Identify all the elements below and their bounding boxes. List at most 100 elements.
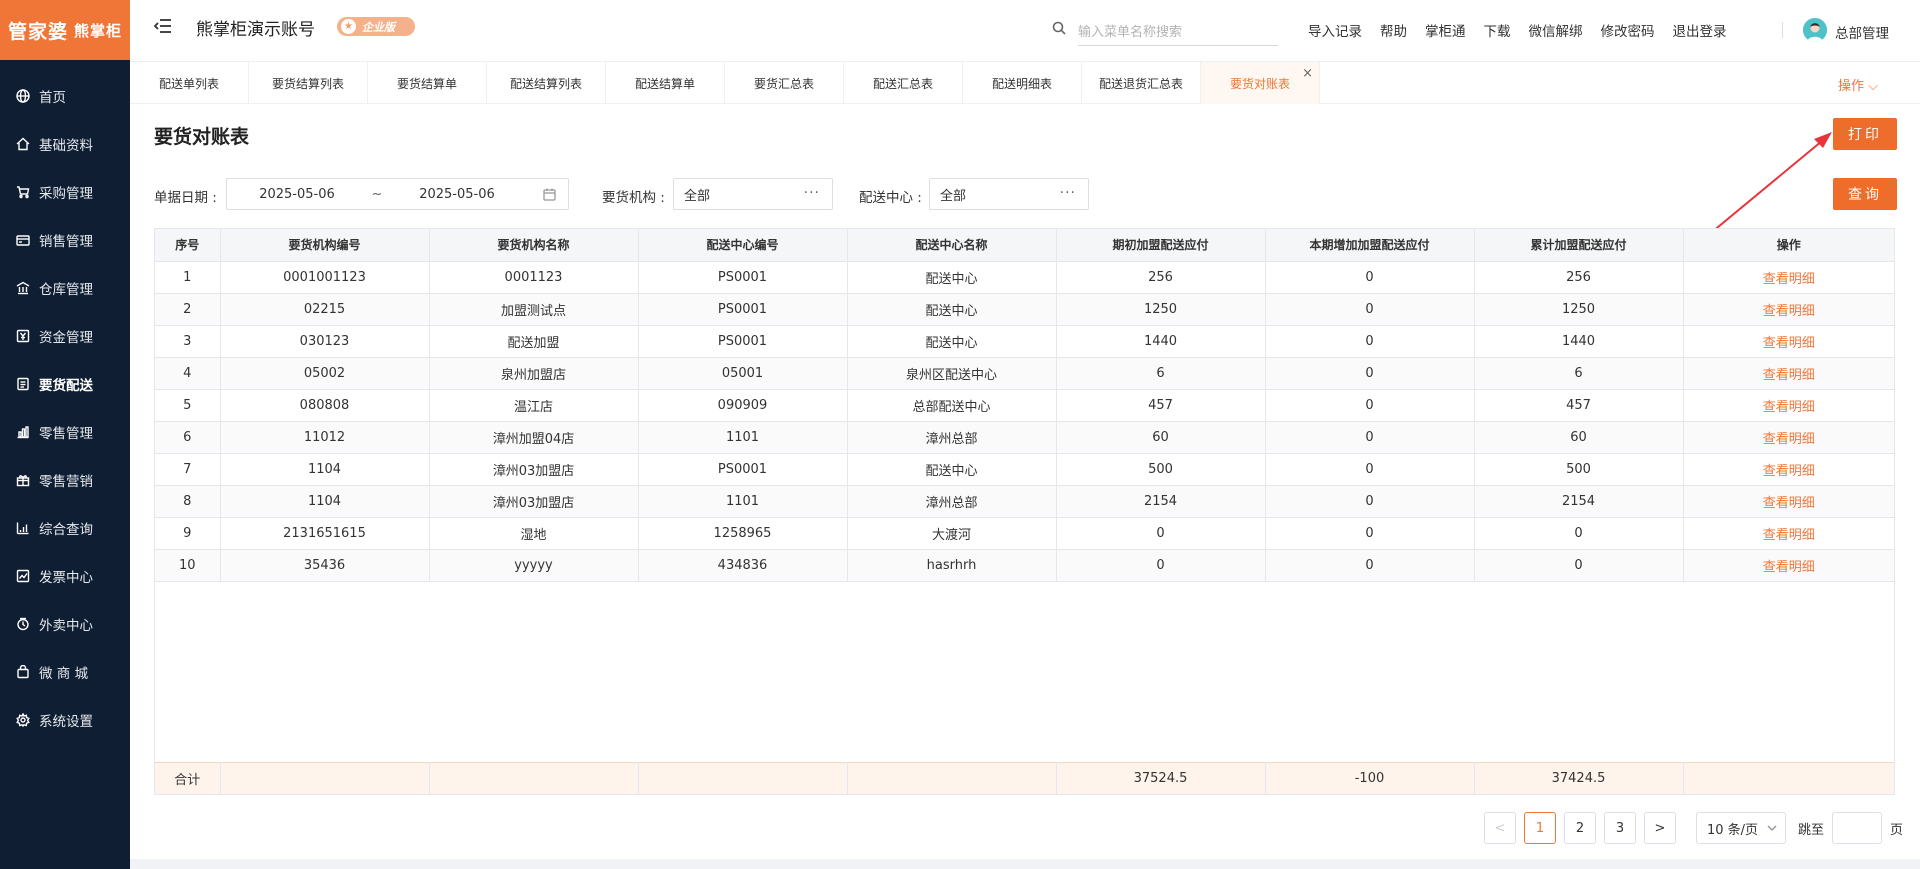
- avatar[interactable]: [1803, 18, 1827, 42]
- search-icon[interactable]: [1052, 21, 1066, 35]
- pagination: < 1 2 3 > 10 条/页 跳至 页: [1484, 812, 1903, 844]
- table-cell: 0: [1056, 549, 1266, 582]
- prev-page-button[interactable]: <: [1484, 812, 1516, 844]
- table-cell: PS0001: [638, 325, 848, 358]
- table-cell: 1: [155, 261, 221, 294]
- page-unit-label: 页: [1890, 822, 1904, 838]
- view-detail-link[interactable]: 查看明细: [1683, 293, 1894, 326]
- sidebar-item-purchase[interactable]: 采购管理: [0, 168, 130, 216]
- sidebar-item-label: 综合查询: [39, 522, 93, 538]
- view-detail-link[interactable]: 查看明细: [1683, 261, 1894, 294]
- date-start[interactable]: 2025-05-06: [227, 187, 367, 202]
- table-row: 10 35436 yyyyy 434836 hasrhrh 0 0 0 查看明细: [155, 549, 1894, 582]
- download-link[interactable]: 下载: [1484, 20, 1511, 40]
- page-size-select[interactable]: 10 条/页: [1696, 812, 1786, 844]
- sidebar-item-takeout[interactable]: 外卖中心: [0, 600, 130, 648]
- bar-chart-icon: [16, 425, 30, 439]
- import-records-link[interactable]: 导入记录: [1308, 20, 1362, 40]
- sidebar-item-delivery[interactable]: 要货配送: [0, 360, 130, 408]
- star-icon: ★: [341, 19, 356, 34]
- table-cell: 60: [1474, 421, 1684, 454]
- sidebar-item-warehouse[interactable]: 仓库管理: [0, 264, 130, 312]
- sidebar-item-mall[interactable]: 微 商 城: [0, 648, 130, 696]
- more-icon: ···: [803, 185, 820, 201]
- sidebar-item-query[interactable]: 综合查询: [0, 504, 130, 552]
- table-cell: 漳州03加盟店: [429, 453, 639, 486]
- org-select[interactable]: 全部 ···: [673, 178, 833, 210]
- table-cell: 457: [1056, 389, 1266, 422]
- sidebar-item-funds[interactable]: 资金管理: [0, 312, 130, 360]
- logo-main: 管家婆: [7, 20, 68, 43]
- table-cell: 总部配送中心: [847, 389, 1057, 422]
- tab-requisition-settlement-list[interactable]: 要货结算列表: [249, 62, 368, 104]
- tab-operations-dropdown[interactable]: 操作 ⌵: [1838, 75, 1878, 94]
- main-content: 要货对账表 打印 查询 单据日期 : 2025-05-06 ~ 2025-05-…: [130, 104, 1920, 859]
- date-end[interactable]: 2025-05-06: [387, 187, 527, 202]
- user-name[interactable]: 总部管理: [1835, 22, 1889, 42]
- print-button[interactable]: 打印: [1833, 118, 1897, 150]
- sidebar-item-invoice[interactable]: 发票中心: [0, 552, 130, 600]
- sidebar-item-home[interactable]: 首页: [0, 72, 130, 120]
- col-header[interactable]: 本期增加加盟配送应付: [1265, 229, 1475, 262]
- center-select[interactable]: 全部 ···: [929, 178, 1089, 210]
- table-cell: 0: [1056, 517, 1266, 550]
- tab-requisition-settlement[interactable]: 要货结算单: [368, 62, 487, 104]
- col-header[interactable]: 期初加盟配送应付: [1056, 229, 1266, 262]
- col-header[interactable]: 要货机构编号: [220, 229, 430, 262]
- change-password-link[interactable]: 修改密码: [1601, 20, 1655, 40]
- sidebar-item-sales[interactable]: 销售管理: [0, 216, 130, 264]
- table-row: 9 2131651615 湿地 1258965 大渡河 0 0 0 查看明细: [155, 517, 1894, 550]
- page-button-2[interactable]: 2: [1564, 812, 1596, 844]
- sidebar-item-basic-data[interactable]: 基础资料: [0, 120, 130, 168]
- view-detail-link[interactable]: 查看明细: [1683, 517, 1894, 550]
- view-detail-link[interactable]: 查看明细: [1683, 549, 1894, 582]
- menu-toggle-icon[interactable]: [153, 18, 172, 34]
- page-button-1[interactable]: 1: [1524, 812, 1556, 844]
- table-cell: 0: [1265, 421, 1475, 454]
- tab-delivery-list[interactable]: 配送单列表: [130, 62, 249, 104]
- tab-delivery-settlement-list[interactable]: 配送结算列表: [487, 62, 606, 104]
- tab-reconciliation[interactable]: 要货对账表 ×: [1201, 62, 1320, 104]
- sidebar-item-settings[interactable]: 系统设置: [0, 696, 130, 744]
- col-header[interactable]: 累计加盟配送应付: [1474, 229, 1684, 262]
- view-detail-link[interactable]: 查看明细: [1683, 325, 1894, 358]
- col-header[interactable]: 配送中心名称: [847, 229, 1057, 262]
- next-page-button[interactable]: >: [1644, 812, 1676, 844]
- zhanggui-tong-link[interactable]: 掌柜通: [1425, 20, 1466, 40]
- menu-search-input[interactable]: [1078, 20, 1278, 46]
- table-cell: 湿地: [429, 517, 639, 550]
- totals-cell: -100: [1265, 761, 1475, 794]
- table-cell: 配送中心: [847, 325, 1057, 358]
- query-button[interactable]: 查询: [1833, 178, 1897, 210]
- view-detail-link[interactable]: 查看明细: [1683, 389, 1894, 422]
- view-detail-link[interactable]: 查看明细: [1683, 357, 1894, 390]
- col-header[interactable]: 序号: [155, 229, 221, 262]
- tab-return-summary[interactable]: 配送退货汇总表: [1082, 62, 1201, 104]
- page-title: 要货对账表: [154, 126, 250, 148]
- view-detail-link[interactable]: 查看明细: [1683, 485, 1894, 518]
- col-header[interactable]: 要货机构名称: [429, 229, 639, 262]
- cart-icon: [16, 185, 30, 199]
- logout-link[interactable]: 退出登录: [1673, 20, 1727, 40]
- sidebar-item-label: 微 商 城: [39, 666, 89, 682]
- totals-cell: 合计: [155, 761, 221, 794]
- col-header[interactable]: 配送中心编号: [638, 229, 848, 262]
- view-detail-link[interactable]: 查看明细: [1683, 421, 1894, 454]
- table-cell: 泉州加盟店: [429, 357, 639, 390]
- wechat-unbind-link[interactable]: 微信解绑: [1529, 20, 1583, 40]
- logo-sub: 熊掌柜: [74, 21, 123, 40]
- tab-requisition-summary[interactable]: 要货汇总表: [725, 62, 844, 104]
- jump-page-input[interactable]: [1832, 812, 1883, 844]
- globe-icon: [16, 89, 30, 103]
- sidebar-item-retail[interactable]: 零售管理: [0, 408, 130, 456]
- view-detail-link[interactable]: 查看明细: [1683, 453, 1894, 486]
- tab-delivery-detail[interactable]: 配送明细表: [963, 62, 1082, 104]
- tab-delivery-summary[interactable]: 配送汇总表: [844, 62, 963, 104]
- sidebar-item-marketing[interactable]: 零售营销: [0, 456, 130, 504]
- tab-delivery-settlement[interactable]: 配送结算单: [606, 62, 725, 104]
- help-link[interactable]: 帮助: [1380, 20, 1407, 40]
- page-button-3[interactable]: 3: [1604, 812, 1636, 844]
- close-icon[interactable]: ×: [1302, 66, 1313, 81]
- table-cell: 温江店: [429, 389, 639, 422]
- date-range-picker[interactable]: 2025-05-06 ~ 2025-05-06: [226, 178, 569, 210]
